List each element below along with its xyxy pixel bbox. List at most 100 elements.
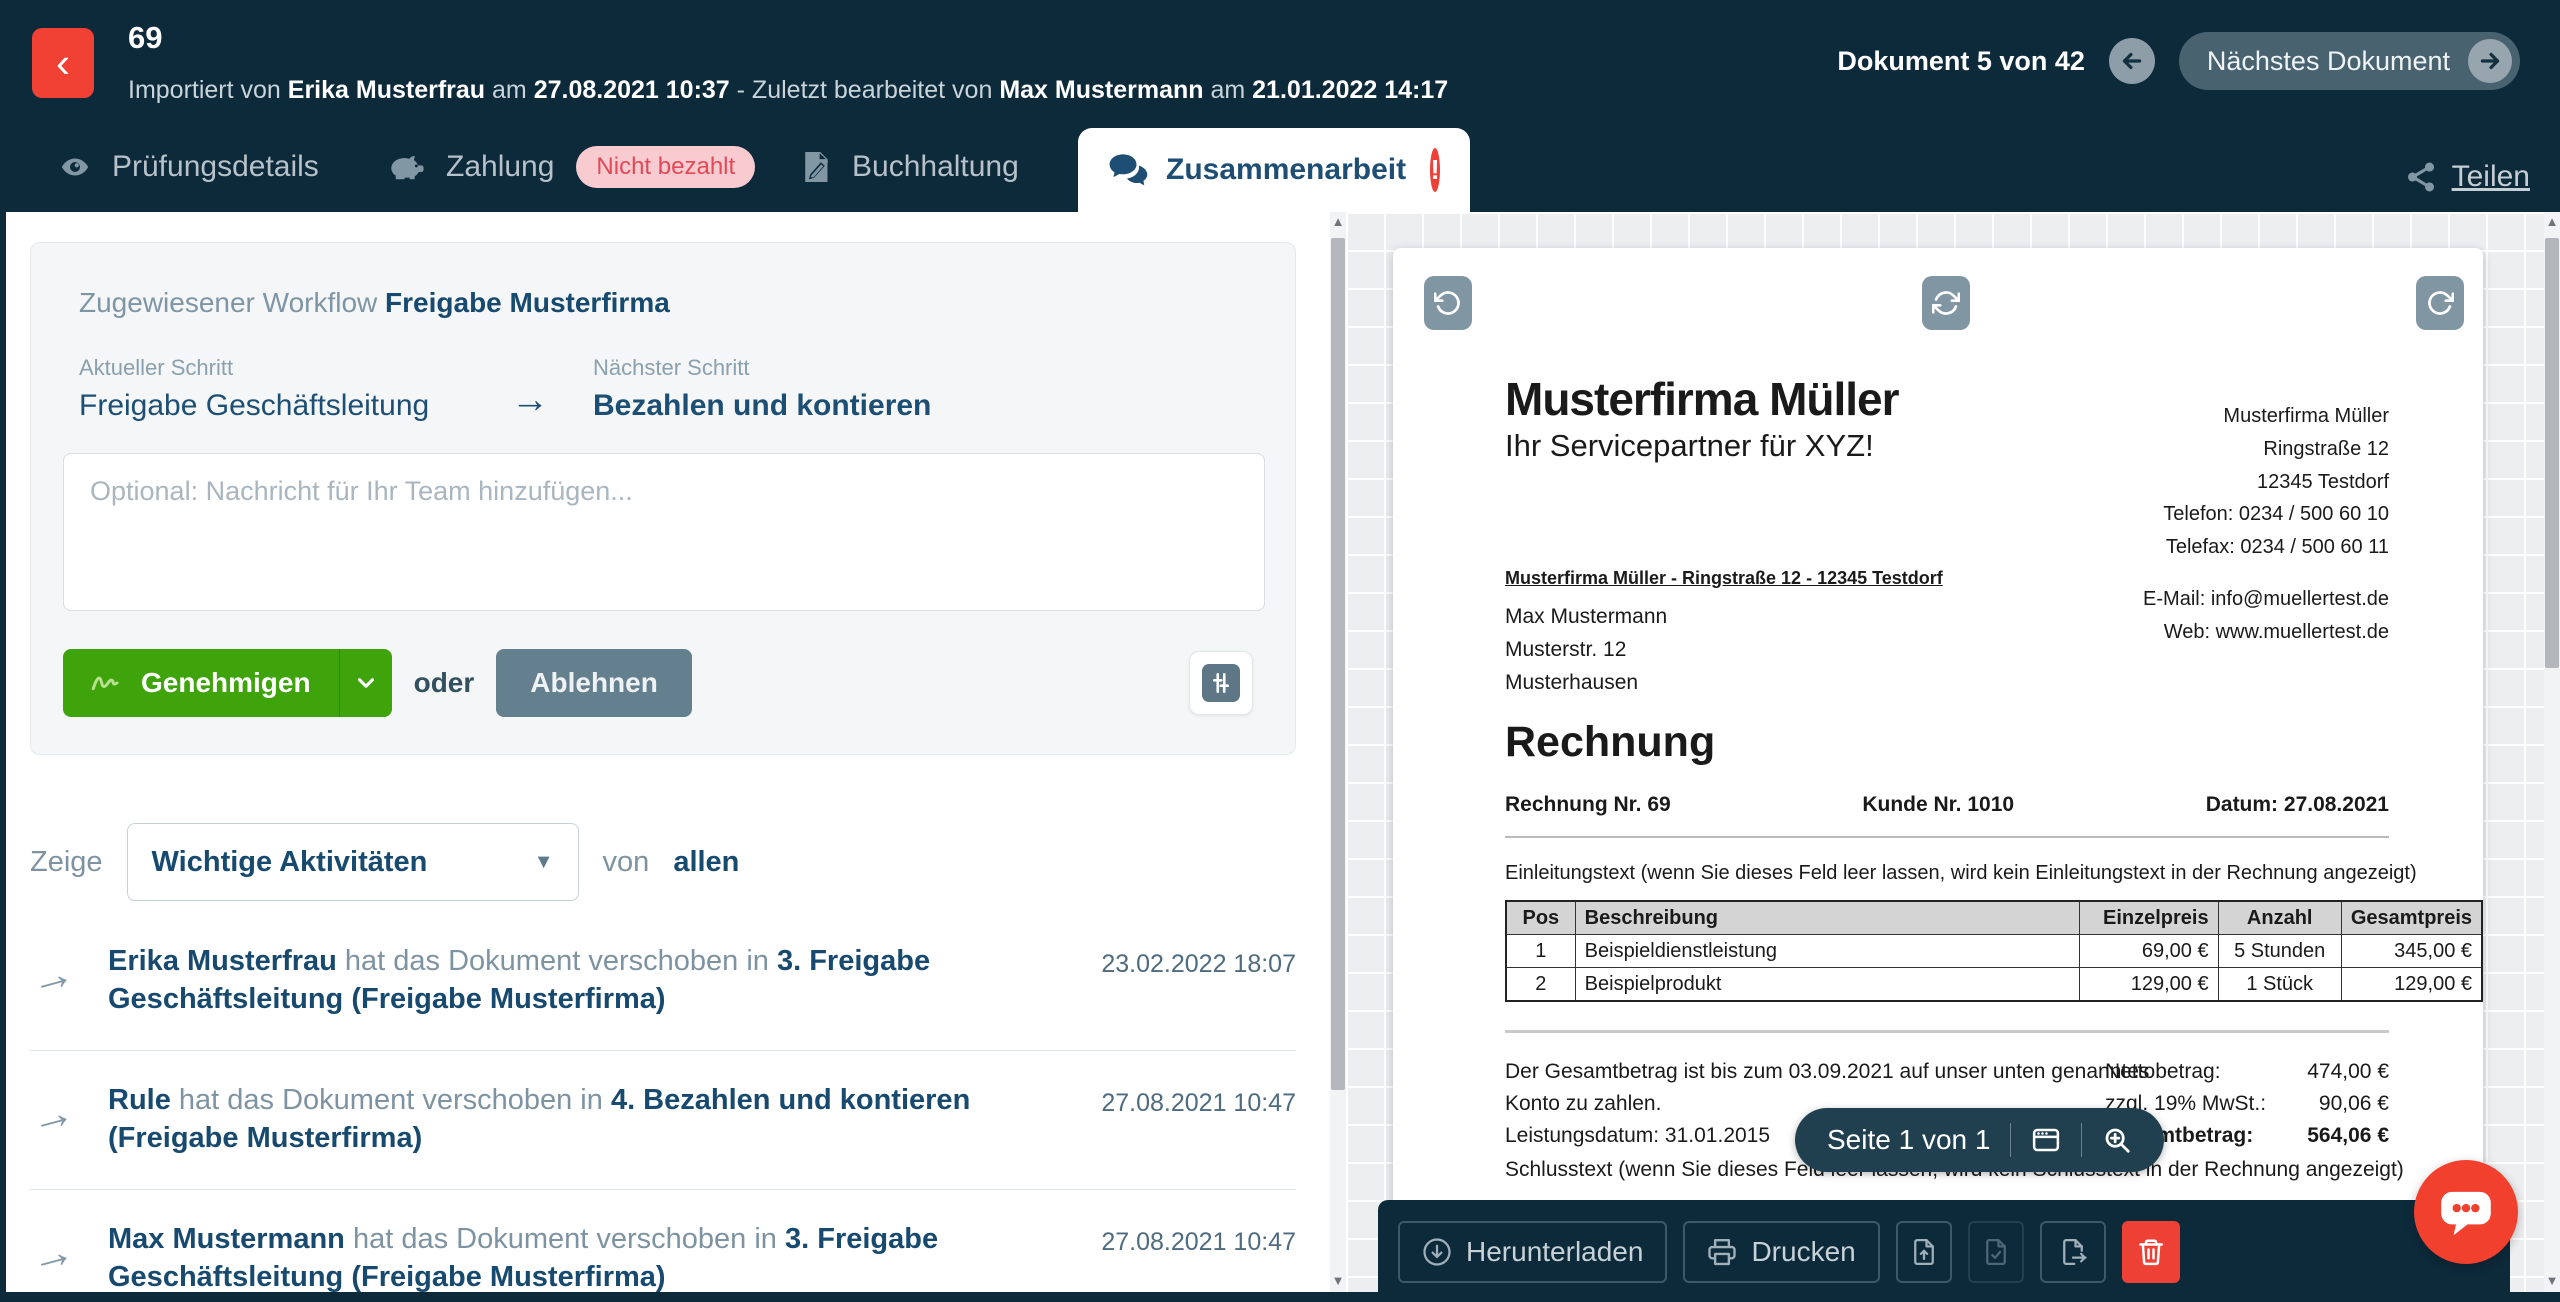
rotate-cw-icon: [2426, 289, 2454, 317]
scroll-up-icon[interactable]: ▲: [1330, 214, 1346, 229]
divider: [2010, 1123, 2011, 1157]
scrollbar-thumb[interactable]: [1331, 238, 1345, 1090]
rotate-ccw-button[interactable]: [1424, 276, 1472, 330]
recipient-line: Max Mustermann: [1505, 600, 1667, 633]
move-arrow-icon: →: [25, 1087, 87, 1143]
header-pagination-group: Dokument 5 von 42 Nächstes Dokument: [1837, 0, 2520, 122]
invoice-title: Rechnung: [1505, 718, 1715, 767]
workflow-steps: Aktueller Schritt Freigabe Geschäftsleit…: [79, 355, 931, 423]
invoice-company: Musterfirma Müller: [1505, 372, 1899, 426]
tab-label: Buchhaltung: [852, 150, 1019, 184]
replace-file-button[interactable]: [1896, 1221, 1952, 1283]
invoice-line-items-table: Pos Beschreibung Einzelpreis Anzahl Gesa…: [1505, 900, 2483, 1002]
file-export-icon: [2058, 1237, 2088, 1267]
scope-value[interactable]: allen: [673, 846, 739, 879]
panel-scrollbar[interactable]: ▲ ▼: [1330, 212, 1346, 1292]
activity-timestamp: 27.08.2021 10:47: [1076, 1089, 1296, 1118]
table-row: 2 Beispielprodukt 129,00 € 1 Stück 129,0…: [1506, 968, 2482, 1002]
activity-text: Rule hat das Dokument verschoben in 4. B…: [108, 1081, 1050, 1157]
back-chevron-icon: ‹: [56, 39, 70, 87]
tab-buchhaltung[interactable]: Buchhaltung: [800, 122, 1019, 212]
cell: 1 Stück: [2218, 968, 2341, 1002]
show-label: Zeige: [30, 846, 103, 879]
activity-row: → Erika Musterfrau hat das Dokument vers…: [30, 912, 1296, 1051]
online-line: Web: www.muellertest.de: [2143, 616, 2389, 649]
export-file-button[interactable]: [2040, 1221, 2106, 1283]
tab-label: Prüfungsdetails: [112, 150, 319, 184]
trash-icon: [2136, 1237, 2166, 1267]
cell: 345,00 €: [2341, 935, 2482, 968]
address-line: Ringstraße 12: [2223, 433, 2389, 466]
col-header: Pos: [1506, 901, 1575, 935]
printer-icon: [1707, 1237, 1737, 1267]
recipient-line: Musterhausen: [1505, 666, 1667, 699]
team-message-input[interactable]: [63, 453, 1265, 611]
move-arrow-icon: →: [25, 1226, 87, 1282]
support-chat-button[interactable]: [2414, 1160, 2518, 1264]
scrollbar-thumb[interactable]: [2545, 238, 2559, 668]
online-line: E-Mail: info@muellertest.de: [2143, 583, 2389, 616]
cell: 1: [1506, 935, 1575, 968]
cell: 129,00 €: [2079, 968, 2218, 1002]
assigned-workflow: Zugewiesener Workflow Freigabe Musterfir…: [79, 287, 670, 319]
total-label: Nettobetrag:: [2105, 1056, 2221, 1088]
next-document-label: Nächstes Dokument: [2207, 46, 2450, 77]
activity-text: Erika Musterfrau hat das Dokument versch…: [108, 942, 1050, 1018]
approve-label: Genehmigen: [141, 667, 311, 699]
download-button[interactable]: Herunterladen: [1398, 1221, 1667, 1283]
refresh-button[interactable]: [1922, 276, 1970, 330]
refresh-icon: [1932, 289, 1960, 317]
current-step-value: Freigabe Geschäftsleitung: [79, 389, 467, 423]
document-pen-icon: [800, 150, 834, 184]
activity-filter-value: Wichtige Aktivitäten: [152, 846, 428, 879]
contact-line: Telefon: 0234 / 500 60 10: [2163, 498, 2389, 531]
invoice-sender-line: Musterfirma Müller - Ringstraße 12 - 123…: [1505, 568, 1943, 589]
zoom-in-icon[interactable]: [2102, 1125, 2132, 1155]
table-row: 1 Beispieldienstleistung 69,00 € 5 Stund…: [1506, 935, 2482, 968]
activity-filter-dropdown[interactable]: Wichtige Aktivitäten ▼: [127, 823, 579, 901]
share-label: Teilen: [2452, 160, 2530, 194]
current-step-label: Aktueller Schritt: [79, 355, 467, 381]
file-check-icon: [1981, 1237, 2011, 1267]
payment-status-badge: Nicht bezahlt: [576, 146, 755, 188]
next-document-button[interactable]: Nächstes Dokument: [2179, 32, 2520, 90]
scroll-up-icon[interactable]: ▲: [2544, 214, 2560, 229]
payment-note-line: Der Gesamtbetrag ist bis zum 03.09.2021 …: [1505, 1056, 2149, 1088]
tab-label: Zusammenarbeit: [1166, 153, 1406, 187]
total-value: 474,00 €: [2307, 1056, 2389, 1088]
arrow-right-circle: [2468, 39, 2512, 83]
arrow-left-icon: [2119, 48, 2145, 74]
scroll-down-icon[interactable]: ▼: [2544, 1273, 2560, 1288]
back-button[interactable]: ‹: [32, 28, 94, 98]
approve-options-button[interactable]: [339, 649, 392, 717]
share-link[interactable]: Teilen: [2404, 160, 2530, 194]
print-label: Drucken: [1751, 1236, 1855, 1268]
scroll-down-icon[interactable]: ▼: [1330, 1273, 1346, 1288]
tab-zahlung[interactable]: Zahlung Nicht bezahlt: [388, 122, 755, 212]
col-header: Gesamtpreis: [2341, 901, 2482, 935]
tab-zusammenarbeit[interactable]: Zusammenarbeit !: [1078, 128, 1470, 212]
previous-document-button[interactable]: [2109, 38, 2155, 84]
divider: [2081, 1123, 2082, 1157]
thumbnails-icon[interactable]: [2031, 1125, 2061, 1155]
download-icon: [1422, 1237, 1452, 1267]
activity-text: Max Mustermann hat das Dokument verschob…: [108, 1220, 1050, 1296]
reject-button[interactable]: Ablehnen: [496, 649, 692, 717]
divider: [1505, 1030, 2389, 1033]
scope-label: von: [603, 846, 650, 879]
address-line: Musterfirma Müller: [2223, 400, 2389, 433]
preview-scrollbar[interactable]: ▲ ▼: [2544, 212, 2560, 1292]
rotate-cw-button[interactable]: [2416, 276, 2464, 330]
delete-button[interactable]: [2122, 1221, 2180, 1283]
workflow-settings-button[interactable]: [1189, 651, 1253, 715]
approve-button[interactable]: Genehmigen: [63, 649, 339, 717]
activity-filter-row: Zeige Wichtige Aktivitäten ▼ von allen: [30, 822, 1296, 902]
file-upload-icon: [1909, 1237, 1939, 1267]
download-label: Herunterladen: [1466, 1236, 1643, 1268]
print-button[interactable]: Drucken: [1683, 1221, 1879, 1283]
piggy-bank-icon: [388, 151, 428, 183]
validate-file-button[interactable]: [1968, 1221, 2024, 1283]
contact-line: Telefax: 0234 / 500 60 11: [2163, 531, 2389, 564]
invoice-tagline: Ihr Servicepartner für XYZ!: [1505, 428, 1874, 464]
tab-pruefungsdetails[interactable]: Prüfungsdetails: [56, 122, 319, 212]
